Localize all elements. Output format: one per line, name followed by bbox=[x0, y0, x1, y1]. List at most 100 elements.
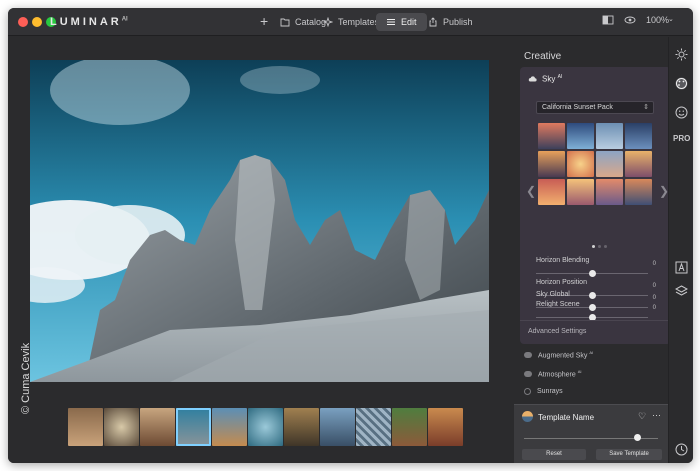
sky-thumbnail[interactable] bbox=[567, 123, 594, 149]
advanced-settings-link[interactable]: Advanced Settings bbox=[528, 328, 586, 335]
chevron-updown-icon: ⇕ bbox=[643, 104, 649, 111]
sky-thumbnail[interactable] bbox=[596, 179, 623, 205]
template-name[interactable]: Template Name bbox=[538, 413, 594, 422]
history-clock-icon[interactable] bbox=[675, 443, 688, 456]
share-icon bbox=[429, 17, 437, 27]
film-thumb[interactable] bbox=[320, 408, 355, 446]
title-bar: LUMINARAI + Catalog Templates Edit Publi… bbox=[8, 8, 693, 36]
sky-pack-select[interactable]: California Sunset Pack ⇕ bbox=[536, 101, 654, 114]
nav-publish[interactable]: Publish bbox=[428, 13, 473, 31]
slider-knob[interactable] bbox=[588, 304, 596, 311]
slider-horizon-position[interactable]: Horizon Position 0 bbox=[536, 279, 656, 299]
tool-label: Atmosphere bbox=[538, 371, 576, 379]
film-thumb[interactable] bbox=[428, 408, 463, 446]
film-thumb[interactable] bbox=[212, 408, 247, 446]
sun-icon bbox=[524, 388, 531, 395]
sky-thumbnail[interactable] bbox=[596, 151, 623, 177]
image-canvas[interactable]: © Cuma Cevik bbox=[8, 37, 514, 463]
slider-knob[interactable] bbox=[588, 270, 596, 277]
minimize-window-button[interactable] bbox=[32, 17, 42, 27]
sky-thumbnail[interactable] bbox=[538, 123, 565, 149]
sky-thumbnail[interactable] bbox=[625, 151, 652, 177]
nav-publish-label: Publish bbox=[443, 17, 473, 27]
reset-button[interactable]: Reset bbox=[522, 449, 586, 460]
nav-edit[interactable]: Edit bbox=[376, 13, 427, 31]
film-thumb[interactable] bbox=[356, 408, 391, 446]
add-photo-button[interactable]: + bbox=[260, 12, 268, 30]
more-icon[interactable]: ··· bbox=[652, 410, 661, 420]
nav-templates[interactable]: Templates bbox=[323, 13, 379, 31]
compare-view-icon[interactable] bbox=[602, 15, 614, 27]
sky-thumbnail[interactable] bbox=[538, 179, 565, 205]
heart-icon[interactable]: ♡ bbox=[638, 411, 646, 422]
close-window-button[interactable] bbox=[18, 17, 28, 27]
tool-category-rail: PRO bbox=[668, 37, 693, 463]
tools-sidebar: Creative Sky AI California Sunset Pack ⇕… bbox=[514, 37, 671, 463]
tool-augmented-sky[interactable]: Augmented Sky AI bbox=[524, 350, 593, 359]
film-thumb-selected[interactable] bbox=[176, 408, 211, 446]
tool-label: Augmented Sky bbox=[538, 352, 588, 360]
templates-icon bbox=[323, 17, 333, 27]
tool-label: Sunrays bbox=[537, 388, 563, 395]
page-dot[interactable] bbox=[598, 245, 601, 248]
film-thumb[interactable] bbox=[68, 408, 103, 446]
sky-thumbnail[interactable] bbox=[567, 151, 594, 177]
cloud-icon bbox=[528, 76, 537, 82]
template-thumbnail bbox=[522, 411, 533, 422]
slider-sky-global[interactable]: Sky Global 0 bbox=[536, 291, 656, 311]
layers-icon[interactable] bbox=[675, 285, 688, 298]
film-thumb[interactable] bbox=[104, 408, 139, 446]
sky-thumbnail[interactable] bbox=[625, 123, 652, 149]
slider-label: Horizon Blending bbox=[536, 257, 590, 264]
film-thumb[interactable] bbox=[392, 408, 427, 446]
film-thumb[interactable] bbox=[140, 408, 175, 446]
sky-thumbnail[interactable] bbox=[567, 179, 594, 205]
pro-tools-icon[interactable]: PRO bbox=[673, 134, 690, 143]
sky-thumbnail-grid bbox=[538, 123, 652, 205]
save-template-button[interactable]: Save Template bbox=[596, 449, 662, 460]
tool-atmosphere[interactable]: Atmosphere AI bbox=[524, 369, 581, 378]
slider-horizon-blending[interactable]: Horizon Blending 0 bbox=[536, 257, 656, 277]
sun-icon[interactable] bbox=[675, 48, 688, 61]
sky-ai-panel: Sky AI California Sunset Pack ⇕ ❮ ❯ Hori… bbox=[520, 67, 671, 344]
slider-value: 0 bbox=[652, 295, 656, 301]
filmstrip[interactable] bbox=[68, 408, 463, 446]
slider-label: Horizon Position bbox=[536, 279, 587, 286]
sky-panel-header[interactable]: Sky AI bbox=[528, 74, 562, 84]
tool-sunrays[interactable]: Sunrays bbox=[524, 388, 563, 395]
nav-catalog-label: Catalog bbox=[295, 17, 327, 27]
sky-thumbnail[interactable] bbox=[596, 123, 623, 149]
page-dot[interactable] bbox=[592, 245, 595, 248]
nav-catalog[interactable]: Catalog bbox=[280, 13, 326, 31]
page-dot[interactable] bbox=[604, 245, 607, 248]
sky-pack-value: California Sunset Pack bbox=[542, 104, 613, 111]
sliders-icon bbox=[387, 19, 395, 25]
slider-value: 0 bbox=[652, 305, 656, 311]
smiley-icon[interactable] bbox=[675, 106, 688, 119]
chevron-left-icon[interactable]: ❮ bbox=[526, 184, 536, 198]
app-name-suffix: AI bbox=[121, 16, 128, 23]
template-amount-knob[interactable] bbox=[634, 434, 642, 441]
ai-badge: AI bbox=[557, 74, 563, 80]
template-card: Template Name ♡ ··· Reset Save Template bbox=[514, 404, 668, 463]
edited-photo[interactable] bbox=[30, 60, 489, 382]
divider bbox=[520, 320, 671, 321]
text-layer-icon[interactable] bbox=[675, 261, 688, 274]
chevron-down-icon[interactable]: ⌄ bbox=[668, 15, 674, 23]
slider-value: 0 bbox=[652, 283, 656, 289]
zoom-level[interactable]: 100% bbox=[646, 15, 669, 25]
panel-title: Creative bbox=[524, 51, 562, 62]
film-thumb[interactable] bbox=[284, 408, 319, 446]
sky-thumbnail[interactable] bbox=[538, 151, 565, 177]
eye-icon[interactable] bbox=[624, 15, 636, 27]
folder-icon bbox=[280, 18, 290, 27]
nav-templates-label: Templates bbox=[338, 17, 380, 27]
sky-thumbnail[interactable] bbox=[625, 179, 652, 205]
film-thumb[interactable] bbox=[248, 408, 283, 446]
app-window: LUMINARAI + Catalog Templates Edit Publi… bbox=[8, 8, 693, 463]
page-dots[interactable] bbox=[592, 245, 607, 248]
slider-value: 0 bbox=[652, 261, 656, 267]
ai-badge: AI bbox=[589, 350, 594, 355]
ai-badge: AI bbox=[577, 369, 582, 374]
palette-icon[interactable] bbox=[675, 77, 688, 90]
